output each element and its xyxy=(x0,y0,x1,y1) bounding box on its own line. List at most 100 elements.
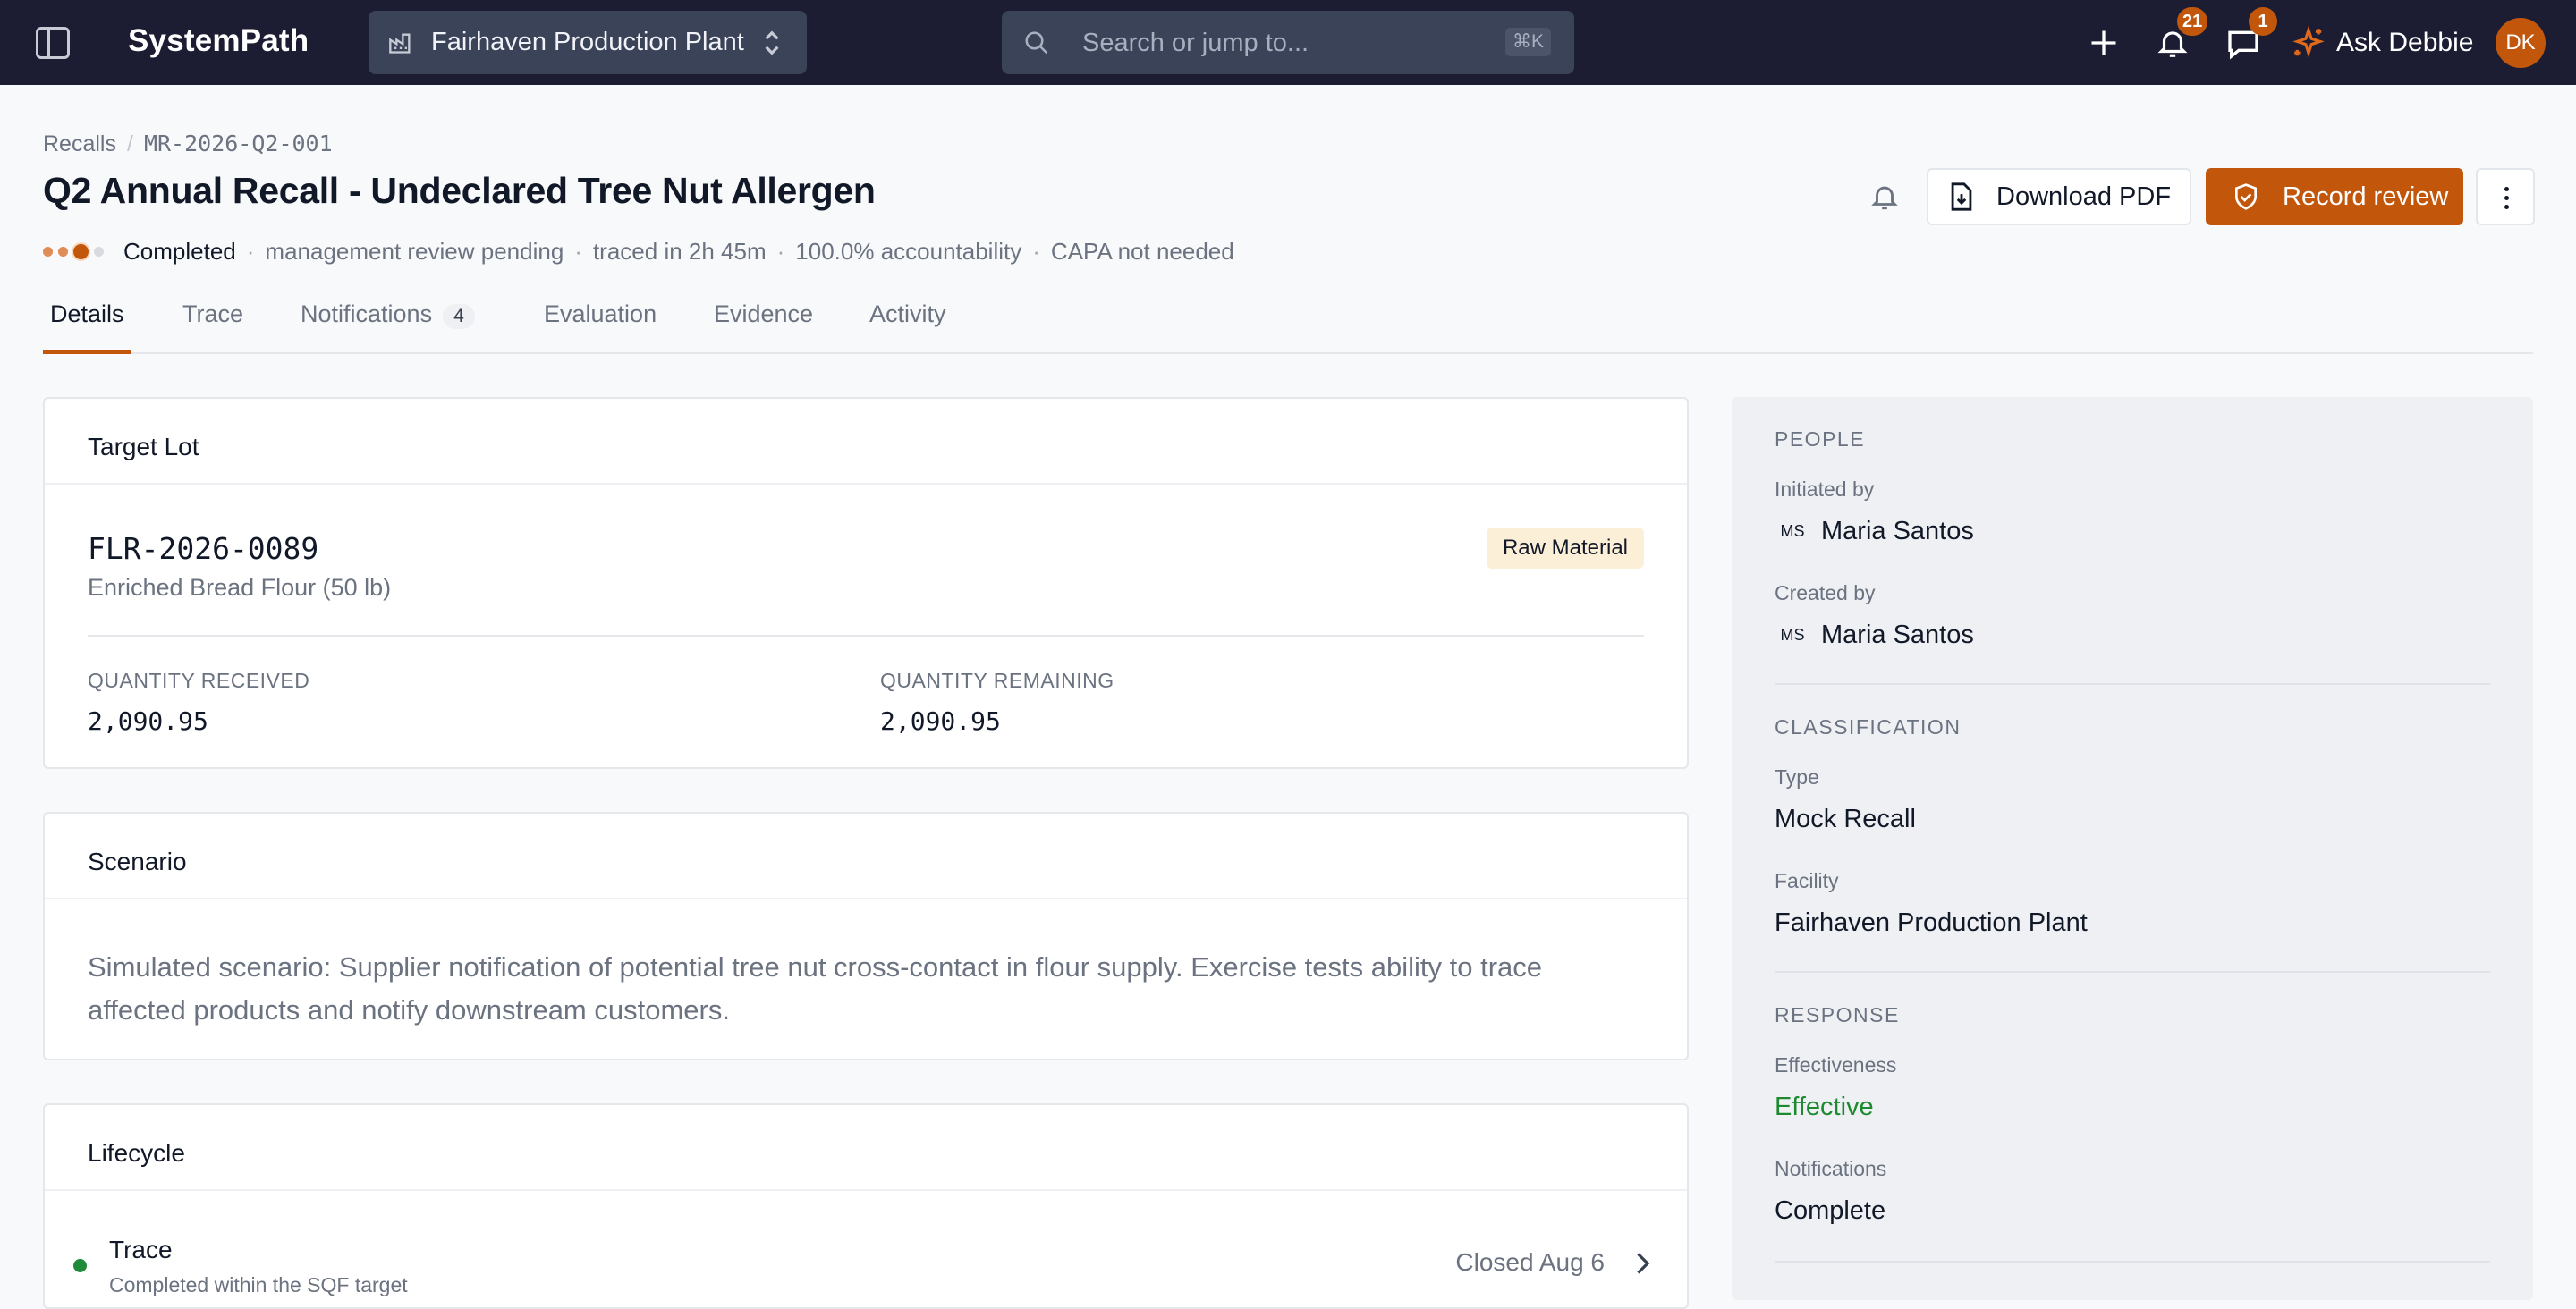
qty-remaining-label: QUANTITY REMAINING xyxy=(880,669,1114,692)
record-review-label: Record review xyxy=(2283,182,2449,211)
download-pdf-button[interactable]: Download PDF xyxy=(1927,168,2191,225)
breadcrumb: Recalls / MR-2026-Q2-001 xyxy=(43,131,333,156)
search-placeholder: Search or jump to... xyxy=(1082,29,1309,57)
file-download-icon xyxy=(1951,182,1972,211)
search-icon xyxy=(1025,31,1048,55)
created-by-label: Created by xyxy=(1775,581,1876,604)
progress-dot xyxy=(43,247,53,257)
tab-label: Notifications xyxy=(301,300,433,327)
tab-evidence[interactable]: Evidence xyxy=(714,300,813,354)
target-lot-card: Target Lot FLR-2026-0089 Enriched Bread … xyxy=(43,397,1689,769)
facility-value: Fairhaven Production Plant xyxy=(1775,908,2088,937)
status-label: Completed xyxy=(123,238,236,265)
progress-dots xyxy=(43,244,109,259)
notifications-value: Complete xyxy=(1775,1196,1886,1225)
response-heading: RESPONSE xyxy=(1775,1003,1900,1026)
avatar: MS xyxy=(1780,626,1805,644)
notifications-label: Notifications xyxy=(1775,1157,1887,1180)
kebab-dot xyxy=(2504,205,2509,209)
lifecycle-step-title[interactable]: Trace xyxy=(109,1236,173,1264)
kebab-dot xyxy=(2504,196,2509,200)
effectiveness-label: Effectiveness xyxy=(1775,1053,1897,1077)
download-pdf-label: Download PDF xyxy=(1996,182,2172,211)
top-bar: SystemPath Fairhaven Production Plant Se… xyxy=(0,0,2576,85)
search-shortcut: ⌘K xyxy=(1504,28,1551,56)
messages-badge: 1 xyxy=(2249,7,2277,36)
breadcrumb-current: MR-2026-Q2-001 xyxy=(143,131,333,156)
progress-dot xyxy=(58,247,68,257)
plus-icon[interactable] xyxy=(2088,27,2120,59)
progress-dot xyxy=(94,247,104,257)
created-by-person[interactable]: MS Maria Santos xyxy=(1775,621,1974,650)
tab-label: Trace xyxy=(182,300,244,327)
divider xyxy=(88,635,1644,637)
tab-trace[interactable]: Trace xyxy=(182,300,243,354)
tab-count-badge: 4 xyxy=(443,304,475,329)
lot-type-badge: Raw Material xyxy=(1486,528,1644,569)
qty-received-label: QUANTITY RECEIVED xyxy=(88,669,310,692)
tab-notifications[interactable]: Notifications 4 xyxy=(301,300,475,354)
breadcrumb-recalls[interactable]: Recalls xyxy=(43,131,116,156)
shield-check-icon xyxy=(2235,183,2257,210)
subscribe-bell-icon[interactable] xyxy=(1869,181,1900,213)
kebab-dot xyxy=(2504,187,2509,191)
ask-debbie-label: Ask Debbie xyxy=(2336,28,2474,57)
more-options-button[interactable] xyxy=(2476,168,2535,225)
lifecycle-step-subtitle: Completed within the SQF target xyxy=(109,1273,408,1296)
ask-debbie-button[interactable]: Ask Debbie xyxy=(2292,23,2473,63)
lot-id[interactable]: FLR-2026-0089 xyxy=(88,531,318,566)
meta-accountability: 100.0% accountability xyxy=(795,238,1022,265)
divider xyxy=(1775,1261,2490,1263)
brand-logo[interactable]: SystemPath xyxy=(128,23,309,59)
people-heading: PEOPLE xyxy=(1775,427,1866,451)
person-name: Maria Santos xyxy=(1821,621,1974,649)
facility-label: Facility xyxy=(1775,869,1839,892)
effectiveness-value: Effective xyxy=(1775,1093,1874,1121)
user-avatar[interactable]: DK xyxy=(2496,18,2546,68)
initiated-by-label: Initiated by xyxy=(1775,477,1875,501)
chevron-right-icon[interactable] xyxy=(1633,1250,1651,1277)
facility-switcher[interactable]: Fairhaven Production Plant xyxy=(369,11,807,74)
card-title: Scenario xyxy=(45,814,1687,899)
type-value: Mock Recall xyxy=(1775,805,1916,833)
qty-remaining-value: 2,090.95 xyxy=(880,706,1001,736)
type-label: Type xyxy=(1775,765,1819,789)
meta-capa: CAPA not needed xyxy=(1050,238,1234,265)
divider xyxy=(1775,683,2490,685)
tab-activity[interactable]: Activity xyxy=(869,300,946,354)
card-title: Lifecycle xyxy=(45,1105,1687,1191)
status-dot xyxy=(73,1259,87,1272)
factory-icon xyxy=(389,33,411,54)
lifecycle-step-closed: Closed Aug 6 xyxy=(1455,1248,1605,1276)
divider xyxy=(1775,971,2490,973)
person-name: Maria Santos xyxy=(1821,517,1974,545)
details-side-panel: PEOPLE Initiated by MS Maria Santos Crea… xyxy=(1732,397,2533,1300)
sparkle-icon xyxy=(2292,26,2325,58)
tab-label: Evaluation xyxy=(544,300,657,327)
tab-label: Activity xyxy=(869,300,946,327)
lot-product-name: Enriched Bread Flour (50 lb) xyxy=(88,574,392,601)
tab-label: Details xyxy=(50,300,124,327)
initiated-by-person[interactable]: MS Maria Santos xyxy=(1775,517,1974,546)
lifecycle-card: Lifecycle Trace Completed within the SQF… xyxy=(43,1103,1689,1309)
tab-bar: Details Trace Notifications 4 Evaluation … xyxy=(43,300,2533,354)
tab-label: Evidence xyxy=(714,300,814,327)
sidebar-toggle-icon[interactable] xyxy=(36,27,70,59)
facility-label: Fairhaven Production Plant xyxy=(431,28,744,56)
notifications-badge: 21 xyxy=(2177,7,2208,36)
scenario-text: Simulated scenario: Supplier notificatio… xyxy=(88,951,1543,1026)
page-title: Q2 Annual Recall - Undeclared Tree Nut A… xyxy=(43,170,876,211)
progress-dot-current xyxy=(73,244,89,259)
search-input[interactable]: Search or jump to... ⌘K xyxy=(1002,11,1574,74)
qty-received-value: 2,090.95 xyxy=(88,706,208,736)
classification-heading: CLASSIFICATION xyxy=(1775,715,1962,739)
meta-review: management review pending xyxy=(265,238,564,265)
tab-details[interactable]: Details xyxy=(43,300,131,354)
card-title: Target Lot xyxy=(45,399,1687,485)
avatar: MS xyxy=(1780,522,1805,540)
record-review-button[interactable]: Record review xyxy=(2206,168,2463,225)
scenario-card: Scenario Simulated scenario: Supplier no… xyxy=(43,812,1689,1060)
tab-evaluation[interactable]: Evaluation xyxy=(544,300,657,354)
meta-trace-time: traced in 2h 45m xyxy=(592,238,767,265)
status-line: Completed · management review pending · … xyxy=(43,238,1234,266)
